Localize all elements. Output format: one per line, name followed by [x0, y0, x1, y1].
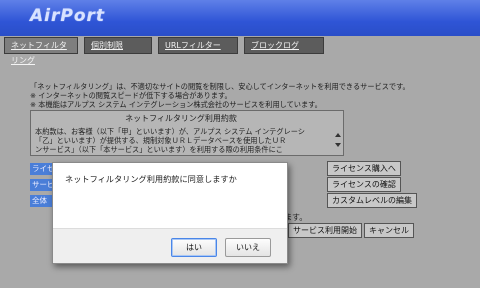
- terms-line: 「乙」といいます）が提供する、規制対象ＵＲＬデータベースを使用したＵＲ: [35, 136, 287, 145]
- dialog-footer: はい いいえ: [53, 228, 287, 263]
- dialog-message: ネットフィルタリング利用約款に同意しますか: [65, 174, 237, 184]
- tab-individual-restriction[interactable]: 個別制限: [84, 37, 152, 54]
- scroll-up-icon[interactable]: [335, 133, 341, 137]
- confirm-dialog: ネットフィルタリング利用約款に同意しますか はい いいえ: [52, 162, 288, 264]
- terms-title: ネットフィルタリング利用約款: [125, 114, 237, 123]
- terms-scrollbar[interactable]: [333, 111, 343, 155]
- buy-license-button[interactable]: ライセンス購入へ: [327, 161, 401, 176]
- terms-line: 本約款は、お客様（以下「甲」といいます）が、アルプス システム インテグレーシ: [35, 127, 305, 136]
- confirm-license-button[interactable]: ライセンスの確認: [327, 177, 401, 192]
- tab-url-filter[interactable]: URLフィルター: [158, 37, 238, 54]
- airport-logo: AirPort: [30, 6, 106, 26]
- tab-block-log[interactable]: ブロックログ: [244, 37, 324, 54]
- header-bar: AirPort: [0, 0, 480, 36]
- terms-text: 本約款は、お客様（以下「甲」といいます）が、アルプス システム インテグレーシ …: [35, 127, 331, 153]
- terms-line: ンサービス」（以下「本サービス」といいます）を利用する際の利用条件にこ: [35, 145, 283, 153]
- tab-bar: ネットフィルタリング 個別制限 URLフィルター ブロックログ: [4, 37, 324, 65]
- cancel-button[interactable]: キャンセル: [364, 223, 414, 238]
- description-note: ※ 本機能はアルプス システム インテグレーション株式会社のサービスを利用してい…: [30, 100, 322, 109]
- tab-net-filtering[interactable]: ネットフィルタリング: [4, 37, 78, 65]
- terms-box[interactable]: ネットフィルタリング利用約款 本約款は、お客様（以下「甲」といいます）が、アルプ…: [30, 110, 344, 156]
- scroll-down-icon[interactable]: [335, 143, 341, 147]
- dialog-yes-button[interactable]: はい: [171, 238, 217, 257]
- description-line: 「ネットフィルタリング」は、不適切なサイトの閲覧を制限し、安心してインターネット…: [30, 82, 410, 91]
- start-service-button[interactable]: サービス利用開始: [288, 223, 362, 238]
- service-description: 「ネットフィルタリング」は、不適切なサイトの閲覧を制限し、安心してインターネット…: [30, 82, 450, 109]
- custom-level-button[interactable]: カスタムレベルの編集: [327, 193, 417, 208]
- dialog-no-button[interactable]: いいえ: [225, 238, 271, 257]
- description-note: ※ インターネットの閲覧スピードが低下する場合があります。: [30, 91, 232, 100]
